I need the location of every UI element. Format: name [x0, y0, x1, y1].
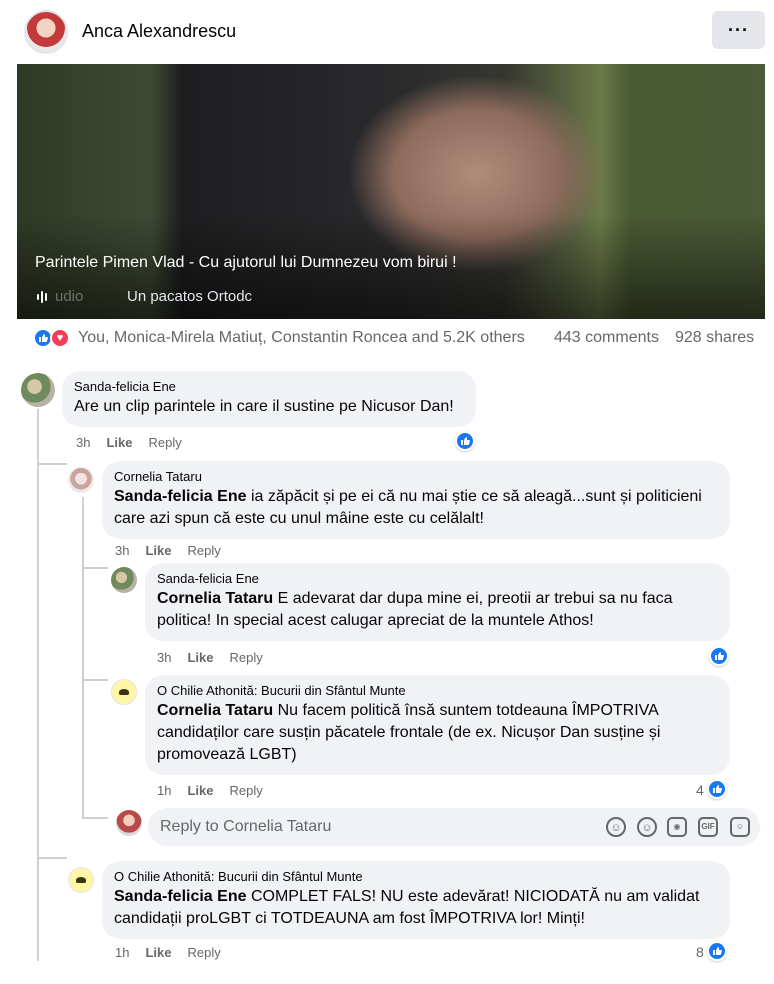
like-button[interactable]: Like — [145, 945, 171, 960]
like-button[interactable]: Like — [106, 435, 132, 450]
commenter-avatar[interactable] — [111, 567, 137, 593]
comment-actions: 3h Like Reply — [157, 650, 263, 665]
commenter-avatar[interactable] — [111, 679, 137, 705]
shares-count[interactable]: 928 shares — [675, 329, 754, 347]
video-player[interactable]: Parintele Pimen Vlad - Cu ajutorul lui D… — [17, 64, 765, 319]
audio-label: udio — [55, 288, 84, 305]
reply-button[interactable]: Reply — [148, 435, 181, 450]
comment-actions: 1h Like Reply — [115, 945, 221, 960]
comment-bubble: Sanda-felicia Ene Cornelia Tataru E adev… — [145, 563, 730, 641]
commenter-avatar[interactable] — [68, 467, 94, 493]
gif-icon[interactable]: GIF — [698, 817, 718, 837]
comments-count[interactable]: 443 comments — [554, 329, 659, 347]
comment-bubble: O Chilie Athonită: Bucurii din Sfântul M… — [145, 675, 730, 775]
mention-link[interactable]: Sanda-felicia Ene — [114, 888, 247, 905]
like-reaction-icon[interactable] — [709, 646, 729, 666]
comment-author[interactable]: Cornelia Tataru — [114, 469, 718, 484]
reply-composer: ☺ ☺ ◉ GIF ☺ — [148, 808, 760, 846]
comment-bubble: Sanda-felicia Ene Are un clip parintele … — [62, 371, 476, 427]
video-channel-name[interactable]: Un pacatos Ortodc — [127, 288, 252, 305]
reactions-summary[interactable]: You, Monica-Mirela Matiuț, Constantin Ro… — [78, 329, 525, 347]
post-header: Anca Alexandrescu ··· — [0, 0, 774, 64]
current-user-avatar[interactable] — [116, 810, 142, 836]
comment-time[interactable]: 3h — [115, 543, 129, 558]
reply-button[interactable]: Reply — [229, 783, 262, 798]
comment-author[interactable]: O Chilie Athonită: Bucurii din Sfântul M… — [114, 869, 718, 884]
mention-link[interactable]: Cornelia Tataru — [157, 590, 273, 607]
reaction-count[interactable]: 4 — [696, 782, 704, 798]
post-stats-bar: ♥ You, Monica-Mirela Matiuț, Constantin … — [17, 319, 765, 357]
commenter-avatar[interactable] — [21, 373, 55, 407]
sticker-icon[interactable]: ☺ — [730, 817, 750, 837]
comment-thread: Sanda-felicia Ene Are un clip parintele … — [0, 357, 774, 984]
comment-time[interactable]: 1h — [115, 945, 129, 960]
like-button[interactable]: Like — [145, 543, 171, 558]
comment-text: Sanda-felicia Ene COMPLET FALS! NU este … — [114, 888, 700, 927]
reaction-icons[interactable]: ♥ — [33, 328, 73, 348]
reply-button[interactable]: Reply — [229, 650, 262, 665]
comment-actions: 3h Like Reply — [76, 435, 182, 450]
comment-time[interactable]: 3h — [76, 435, 90, 450]
emoji-icon[interactable]: ☺ — [637, 817, 657, 837]
mention-link[interactable]: Cornelia Tataru — [157, 702, 273, 719]
comment-author[interactable]: O Chilie Athonită: Bucurii din Sfântul M… — [157, 683, 718, 698]
comment-bubble: Cornelia Tataru Sanda-felicia Ene ia zăp… — [102, 461, 730, 539]
page-name[interactable]: Anca Alexandrescu — [82, 21, 236, 42]
audio-icon[interactable] — [37, 290, 51, 304]
comment-actions: 1h Like Reply — [157, 783, 263, 798]
comment-text: Sanda-felicia Ene ia zăpăcit și pe ei că… — [114, 488, 702, 527]
reply-button[interactable]: Reply — [187, 543, 220, 558]
reaction-count[interactable]: 8 — [696, 944, 704, 960]
like-button[interactable]: Like — [187, 783, 213, 798]
commenter-avatar[interactable] — [68, 867, 94, 893]
comment-text: Cornelia Tataru Nu facem politică însă s… — [157, 702, 661, 763]
video-caption: Parintele Pimen Vlad - Cu ajutorul lui D… — [35, 254, 457, 271]
reply-button[interactable]: Reply — [187, 945, 220, 960]
comment-author[interactable]: Sanda-felicia Ene — [157, 571, 718, 586]
like-reaction-icon[interactable] — [455, 431, 475, 451]
comment-text: Are un clip parintele in care il sustine… — [74, 398, 454, 415]
like-button[interactable]: Like — [187, 650, 213, 665]
camera-icon[interactable]: ◉ — [667, 817, 687, 837]
avatar-sticker-icon[interactable]: ☺ — [606, 817, 626, 837]
mention-link[interactable]: Sanda-felicia Ene — [114, 488, 247, 505]
more-options-button[interactable]: ··· — [712, 11, 765, 49]
like-reaction-icon[interactable] — [707, 779, 727, 799]
comment-time[interactable]: 1h — [157, 783, 171, 798]
comment-text: Cornelia Tataru E adevarat dar dupa mine… — [157, 590, 673, 629]
like-reaction-icon[interactable] — [707, 941, 727, 961]
love-icon: ♥ — [50, 328, 70, 348]
comment-bubble: O Chilie Athonită: Bucurii din Sfântul M… — [102, 861, 730, 939]
reply-input[interactable] — [160, 816, 580, 838]
page-avatar[interactable] — [24, 10, 68, 54]
comment-time[interactable]: 3h — [157, 650, 171, 665]
comment-actions: 3h Like Reply — [115, 543, 221, 558]
comment-author[interactable]: Sanda-felicia Ene — [74, 379, 464, 394]
